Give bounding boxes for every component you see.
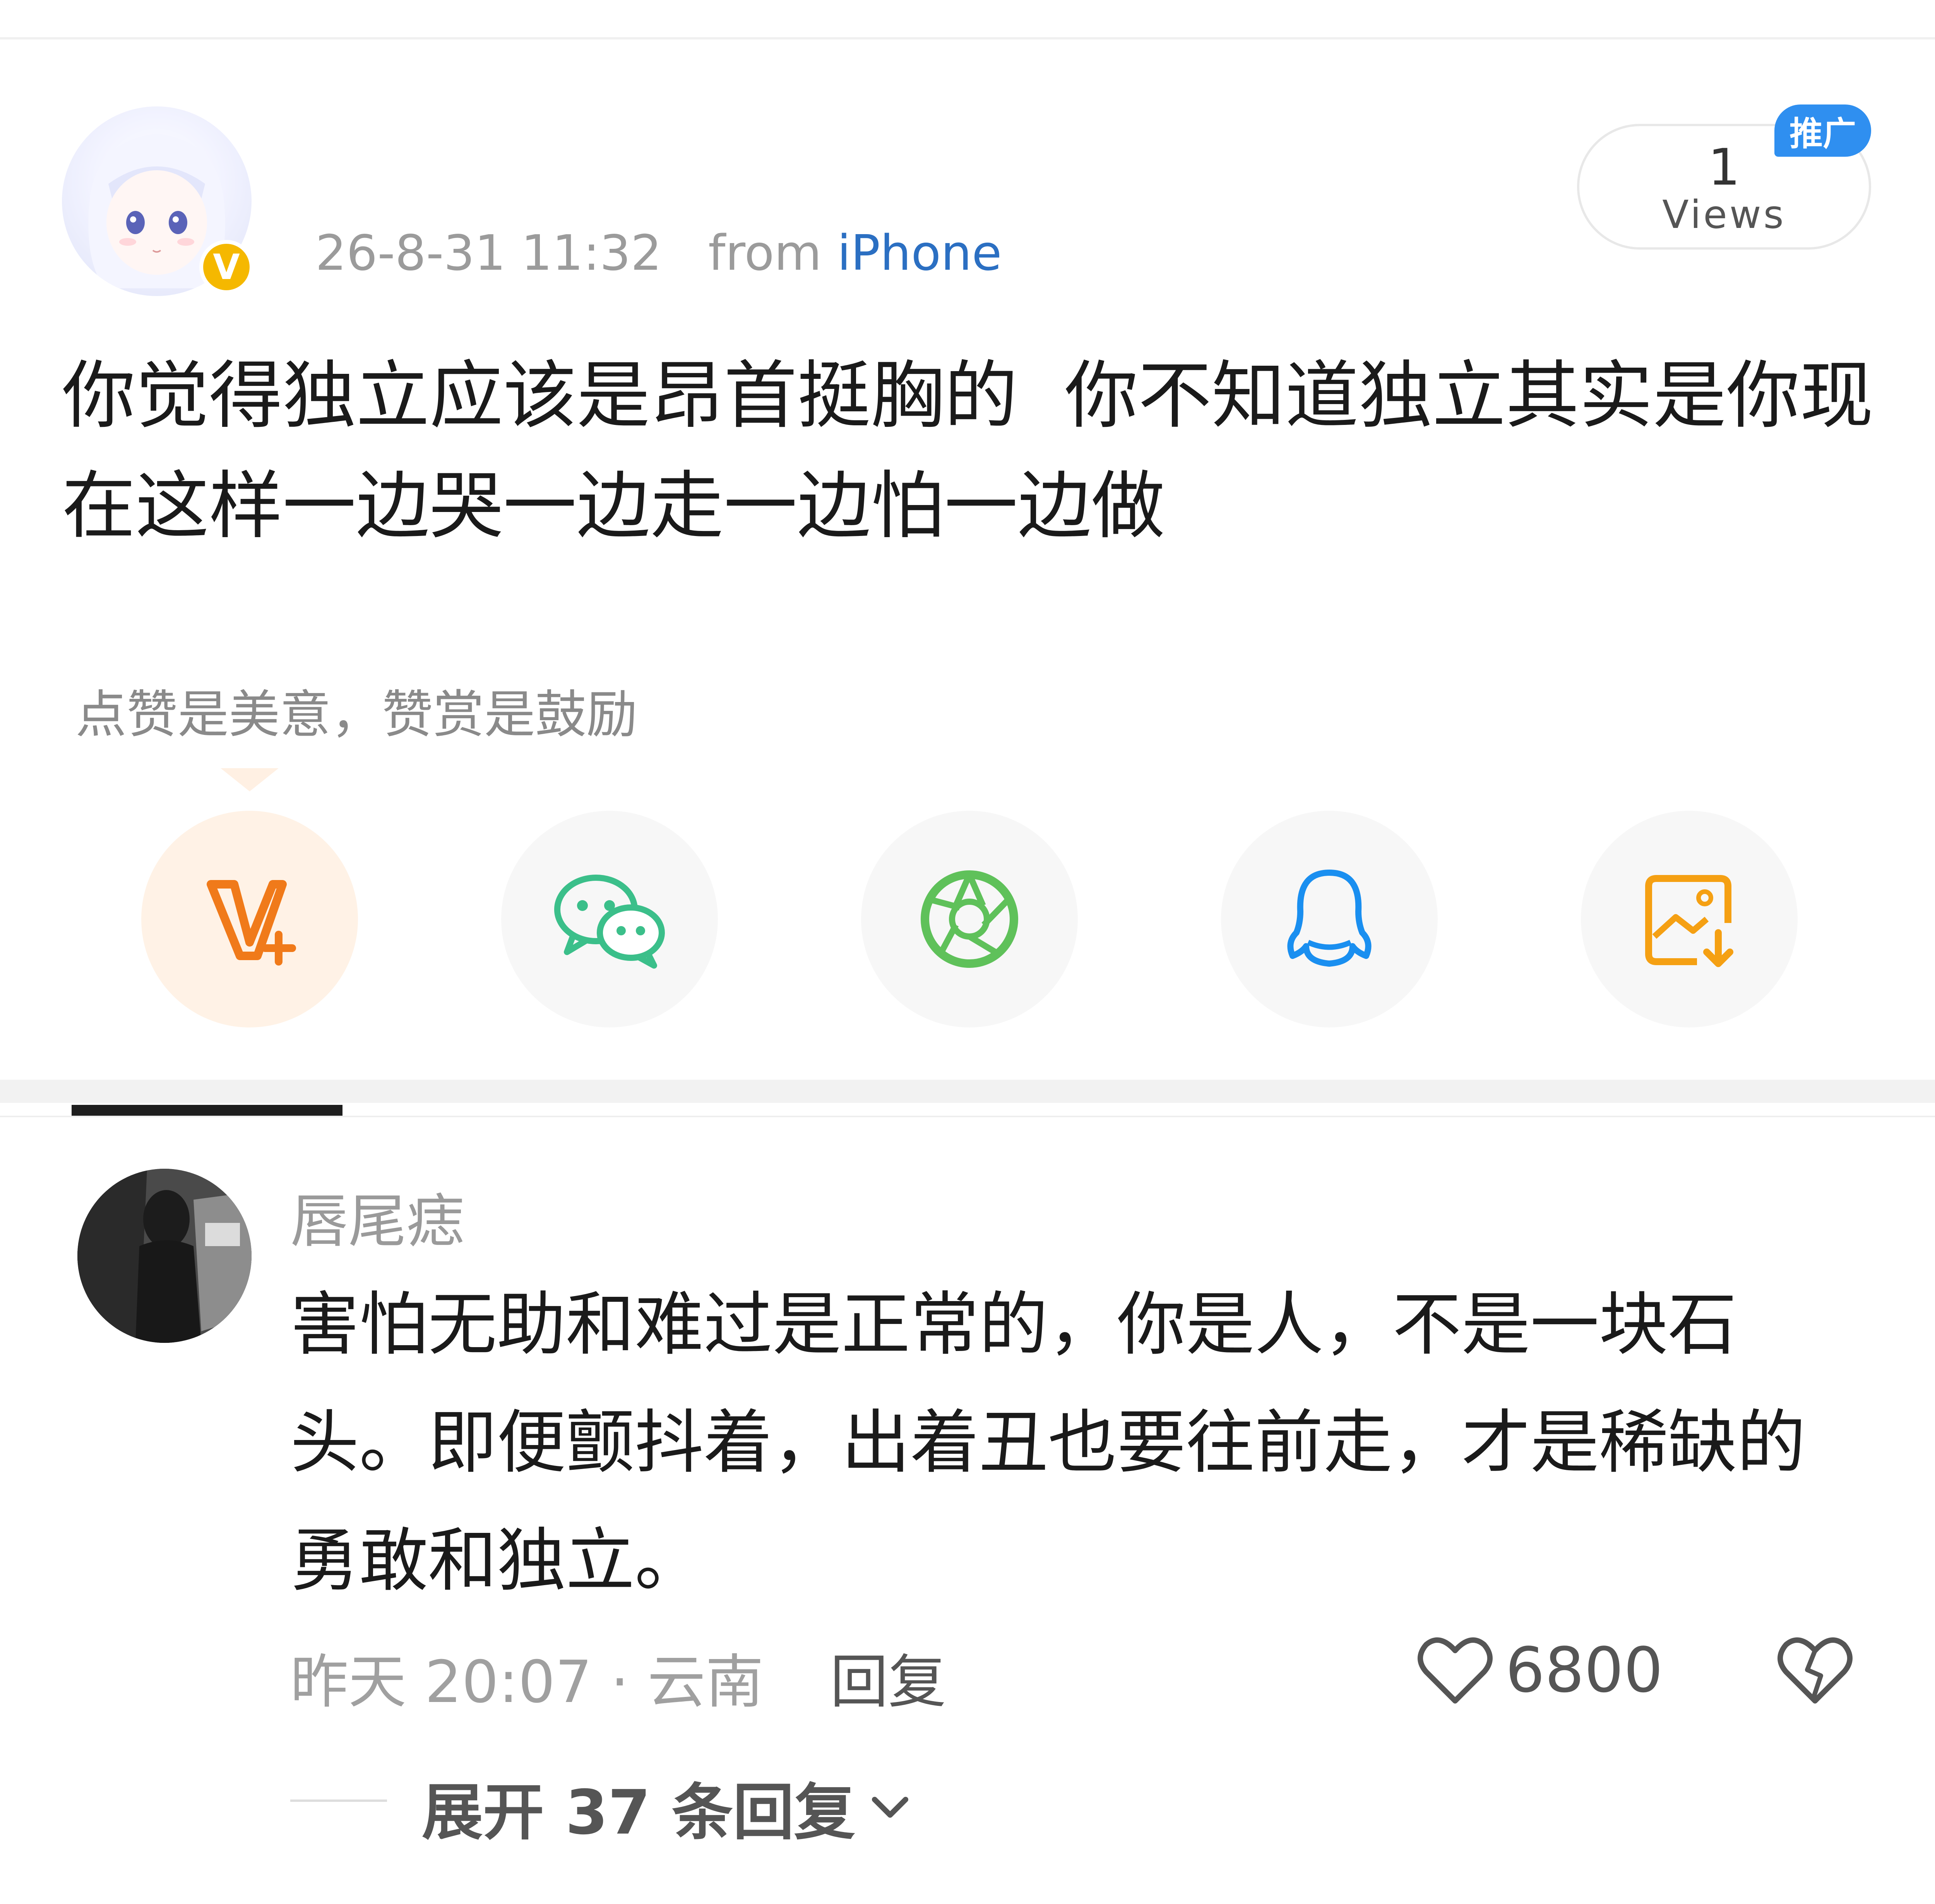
moments-icon [921, 870, 1018, 968]
save-image-button[interactable] [1581, 811, 1798, 1027]
post-device-link[interactable]: iPhone [837, 224, 1002, 281]
weibo-post-page: V 26-8-31 11:32 from iPhone 1 Views 推广 你… [0, 0, 1935, 1904]
share-qq-button[interactable] [1221, 811, 1438, 1027]
chevron-down-icon [871, 1794, 909, 1821]
comment-time-location: 昨天 20:07 · 云南 [290, 1649, 764, 1716]
promo-badge: 推广 [1774, 104, 1871, 157]
expand-replies-label: 展开 37 条回复 [422, 1777, 855, 1848]
vplus-icon [207, 880, 296, 966]
verified-badge-icon: V [199, 240, 253, 294]
share-vplus-button[interactable] [141, 811, 358, 1027]
comment-text-line: 头。即便颤抖着，出着丑也要往前走，才是稀缺的 [290, 1402, 1806, 1483]
expand-divider-line [290, 1800, 387, 1802]
comment-text-line: 勇敢和独立。 [290, 1520, 704, 1601]
tab-indicator [72, 1105, 342, 1116]
like-button[interactable]: 6800 [1416, 1631, 1663, 1709]
expand-replies-button[interactable]: 展开 37 条回复 [422, 1763, 909, 1851]
reward-pointer [221, 768, 279, 791]
reply-button[interactable]: 回复 [830, 1635, 946, 1719]
share-wechat-button[interactable] [501, 811, 718, 1027]
commenter-avatar[interactable] [77, 1169, 252, 1343]
broken-heart-icon [1777, 1637, 1853, 1704]
reward-hint: 点赞是美意，赞赏是鼓励 [75, 685, 637, 745]
post-from-label: from [708, 224, 822, 281]
wechat-icon [554, 875, 665, 969]
qq-icon [1287, 870, 1372, 967]
post-text-line: 在这样一边哭一边走一边怕一边做 [62, 463, 1165, 549]
comment-text-line: 害怕无助和难过是正常的，你是人，不是一块石 [290, 1284, 1737, 1365]
post-timestamp: 26-8-31 11:32 [315, 224, 662, 281]
like-count: 6800 [1505, 1633, 1663, 1706]
post-content: 你觉得独立应该是昂首挺胸的 你不知道独立其实是你现 在这样一边哭一边走一边怕一边… [62, 341, 1873, 561]
tab-divider [0, 1116, 1935, 1117]
save-image-icon [1645, 875, 1733, 967]
post-meta: 26-8-31 11:32 from iPhone [315, 224, 1002, 281]
heart-icon [1418, 1637, 1493, 1704]
section-gap [0, 1080, 1935, 1103]
comment-author-name[interactable]: 唇尾痣 [290, 1175, 464, 1258]
share-moments-button[interactable] [861, 811, 1078, 1027]
views-label: Views [1662, 192, 1786, 237]
top-divider [0, 37, 1935, 39]
post-text-line: 你觉得独立应该是昂首挺胸的 你不知道独立其实是你现 [62, 353, 1873, 438]
comment-content: 害怕无助和难过是正常的，你是人，不是一块石 头。即便颤抖着，出着丑也要往前走，才… [290, 1265, 1877, 1620]
dislike-button[interactable] [1776, 1631, 1854, 1709]
